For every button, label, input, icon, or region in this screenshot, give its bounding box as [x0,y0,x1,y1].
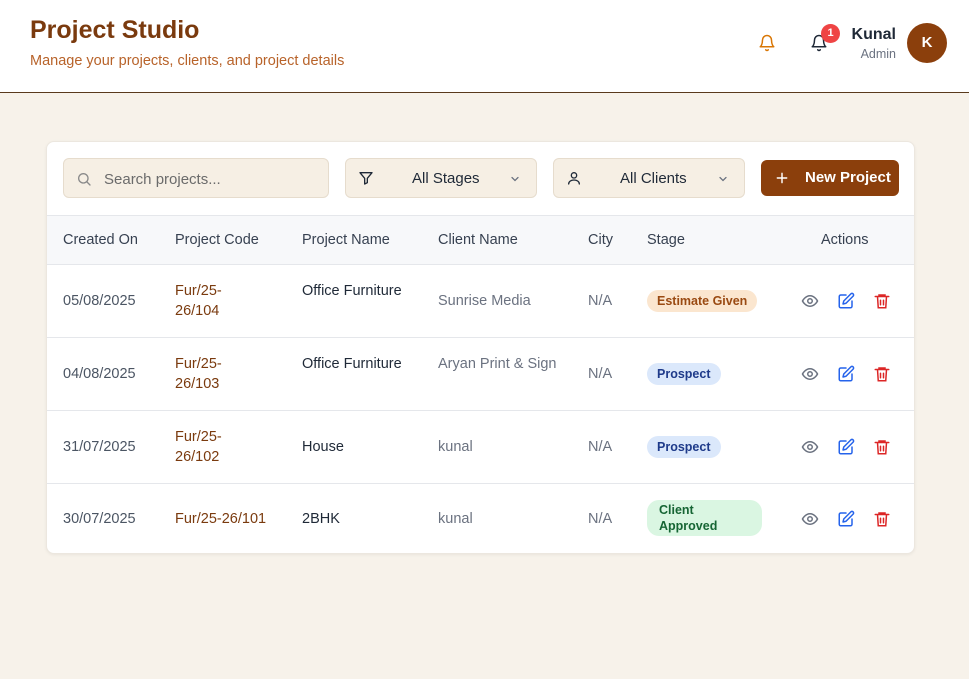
stage-badge: Prospect [647,363,721,385]
user-name: Kunal [851,26,896,43]
notification-count-badge: 1 [821,24,840,43]
stage-badge: Prospect [647,436,721,458]
client-filter-select[interactable]: All Clients [553,158,745,198]
column-header: Client Name [438,232,518,248]
stage-filter-value: All Stages [412,170,480,187]
eye-icon[interactable] [801,438,819,456]
column-header: Project Code [175,232,259,248]
projects-card: All Stages All Clients New Project Creat… [46,141,915,554]
edit-icon[interactable] [837,438,855,456]
client-name: kunal [438,511,473,527]
client-filter-value: All Clients [620,170,687,187]
city: N/A [588,511,613,527]
project-name: 2BHK [302,511,340,527]
stage-badge: Client Approved [647,500,762,536]
created-date: 30/07/2025 [63,511,136,527]
stage-filter-select[interactable]: All Stages [345,158,537,198]
new-project-button[interactable]: New Project [761,160,899,196]
page-subtitle: Manage your projects, clients, and proje… [30,53,345,69]
search-icon [78,173,91,186]
project-code[interactable]: Fur/25-26/104 [175,281,265,321]
table-row: 05/08/2025 Fur/25-26/104 Office Furnitur… [47,265,914,338]
created-date: 05/08/2025 [63,293,136,309]
eye-icon[interactable] [801,510,819,528]
new-project-label: New Project [805,169,891,186]
eye-icon[interactable] [801,292,819,310]
project-code[interactable]: Fur/25-26/103 [175,354,265,394]
chevron-down-icon [511,176,519,182]
edit-icon[interactable] [837,365,855,383]
city: N/A [588,439,613,455]
page-title: Project Studio [30,16,200,44]
created-date: 04/08/2025 [63,366,136,382]
column-header: City [588,232,613,248]
client-name: kunal [438,439,473,455]
project-name: Office Furniture [302,283,402,299]
stage-badge: Estimate Given [647,290,758,312]
column-header: Actions [821,232,869,248]
table-row: 30/07/2025 Fur/25-26/101 2BHK kunal N/A … [47,484,914,553]
project-code[interactable]: Fur/25-26/102 [175,427,265,467]
trash-icon[interactable] [873,292,891,310]
client-name: Aryan Print & Sign [438,356,557,372]
table-row: 31/07/2025 Fur/25-26/102 House kunal N/A… [47,411,914,484]
search-box[interactable] [63,158,329,198]
eye-icon[interactable] [801,365,819,383]
search-input[interactable] [104,168,319,190]
column-header: Stage [647,232,685,248]
user-icon [568,172,580,185]
filter-icon [359,172,373,185]
column-header: Project Name [302,232,390,248]
project-name: House [302,439,344,455]
created-date: 31/07/2025 [63,439,136,455]
trash-icon[interactable] [873,365,891,383]
table-header: Created On Project Code Project Name Cli… [47,215,914,265]
edit-icon[interactable] [837,292,855,310]
city: N/A [588,293,613,309]
project-code[interactable]: Fur/25-26/101 [175,509,285,529]
table-row: 04/08/2025 Fur/25-26/103 Office Furnitur… [47,338,914,411]
client-name: Sunrise Media [438,293,531,309]
project-name: Office Furniture [302,356,402,372]
trash-icon[interactable] [873,438,891,456]
top-header: Project Studio Manage your projects, cli… [0,0,969,93]
bell-icon[interactable] [758,34,776,52]
edit-icon[interactable] [837,510,855,528]
plus-icon [776,172,788,184]
trash-icon[interactable] [873,510,891,528]
avatar[interactable]: K [907,23,947,63]
chevron-down-icon [719,176,727,182]
user-role: Admin [860,47,896,61]
city: N/A [588,366,613,382]
column-header: Created On [63,232,138,248]
